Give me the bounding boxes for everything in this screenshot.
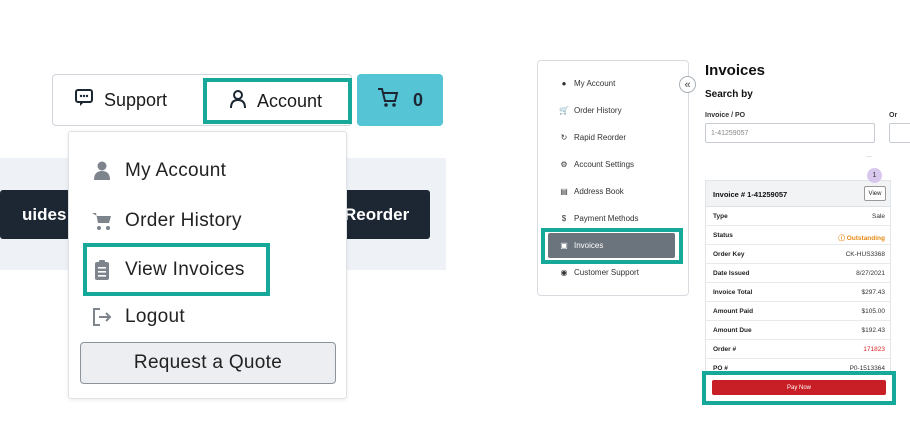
globe-icon: ◉ bbox=[560, 268, 568, 277]
sidebar-item-payment-methods[interactable]: $ Payment Methods bbox=[559, 214, 639, 223]
dollar-icon: $ bbox=[561, 214, 567, 223]
sidebar-item-label: Invoices bbox=[574, 241, 604, 250]
invoice-number: Invoice # 1-41259057 bbox=[713, 190, 788, 199]
menu-item-label: My Account bbox=[125, 160, 227, 181]
sidebar-item-invoices[interactable]: ▣ Invoices bbox=[559, 241, 603, 250]
cart-icon bbox=[91, 211, 113, 231]
view-button[interactable]: View bbox=[864, 186, 886, 201]
row-value: CK-HUS3368 bbox=[845, 251, 885, 258]
account-menu-panel: uides Reorder Support Account 0 My Accou… bbox=[0, 0, 460, 421]
status-value: ⓘ Outstanding bbox=[838, 232, 885, 242]
other-search-input[interactable] bbox=[889, 123, 910, 143]
sidebar-item-label: Account Settings bbox=[574, 160, 635, 169]
row-key: Amount Paid bbox=[713, 308, 754, 315]
row-value: $297.43 bbox=[861, 289, 886, 296]
table-row: Invoice Total $297.43 bbox=[706, 283, 890, 302]
sidebar-item-account-settings[interactable]: ⚙ Account Settings bbox=[559, 160, 634, 169]
sidebar-item-address-book[interactable]: ▤ Address Book bbox=[559, 187, 624, 196]
account-label: Account bbox=[257, 90, 323, 111]
menu-item-order-history[interactable]: Order History bbox=[91, 210, 242, 232]
cart-button[interactable]: 0 bbox=[357, 74, 443, 126]
table-row: Amount Paid $105.00 bbox=[706, 302, 890, 321]
row-key: Type bbox=[713, 213, 728, 220]
table-row: Amount Due $192.43 bbox=[706, 321, 890, 340]
table-row: Date Issued 8/27/2021 bbox=[706, 264, 890, 283]
row-key: Date Issued bbox=[713, 270, 750, 277]
guides-label: uides bbox=[22, 204, 67, 224]
row-key: Order # bbox=[713, 346, 737, 353]
request-quote-button[interactable]: Request a Quote bbox=[80, 342, 336, 384]
cart-icon bbox=[377, 87, 399, 114]
table-row: Type Sale bbox=[706, 207, 890, 226]
support-label: Support bbox=[104, 89, 168, 110]
user-icon bbox=[229, 89, 247, 114]
view-invoices-highlight bbox=[83, 243, 270, 296]
sidebar-item-label: Payment Methods bbox=[574, 214, 639, 223]
row-value: 8/27/2021 bbox=[856, 270, 885, 277]
sidebar-item-my-account[interactable]: ● My Account bbox=[559, 79, 616, 88]
sidebar-item-label: Address Book bbox=[574, 187, 624, 196]
logout-icon bbox=[91, 307, 113, 327]
notification-badge: 1 bbox=[867, 168, 882, 183]
invoice-po-label: Invoice / PO bbox=[705, 112, 746, 119]
chevron-left-icon: « bbox=[684, 78, 691, 91]
sidebar-item-label: My Account bbox=[574, 79, 616, 88]
table-row: Status ⓘ Outstanding bbox=[706, 226, 890, 245]
menu-item-label: Order History bbox=[125, 210, 242, 231]
sidebar-item-label: Order History bbox=[574, 106, 622, 115]
order-link[interactable]: 171823 bbox=[863, 346, 885, 353]
ellipsis: ... bbox=[866, 152, 872, 159]
chat-icon bbox=[74, 88, 94, 113]
invoice-icon: ▣ bbox=[560, 241, 568, 250]
table-row: Order # 171823 bbox=[706, 340, 890, 359]
invoice-card: Invoice # 1-41259057 View Type Sale Statu… bbox=[705, 180, 891, 375]
invoice-card-header: Invoice # 1-41259057 View bbox=[706, 181, 890, 207]
pay-now-highlight bbox=[702, 371, 896, 405]
sidebar-item-label: Rapid Reorder bbox=[574, 133, 627, 142]
sidebar-item-order-history[interactable]: 🛒 Order History bbox=[559, 106, 622, 115]
search-by-heading: Search by bbox=[705, 89, 753, 100]
row-value: Sale bbox=[871, 213, 885, 220]
reorder-label: Reorder bbox=[344, 204, 410, 224]
row-key: Invoice Total bbox=[713, 289, 753, 296]
menu-item-logout[interactable]: Logout bbox=[91, 306, 185, 328]
table-row: Order Key CK-HUS3368 bbox=[706, 245, 890, 264]
row-value: $105.00 bbox=[861, 308, 886, 315]
sidebar-item-rapid-reorder[interactable]: ↻ Rapid Reorder bbox=[559, 133, 626, 142]
cart-count: 0 bbox=[412, 89, 423, 110]
row-value: $192.43 bbox=[861, 327, 886, 334]
person-icon bbox=[91, 161, 113, 181]
menu-item-my-account[interactable]: My Account bbox=[91, 160, 226, 182]
person-icon: ● bbox=[561, 79, 567, 88]
sidebar-item-label: Customer Support bbox=[574, 268, 639, 277]
menu-item-label: Logout bbox=[125, 306, 185, 327]
page-title: Invoices bbox=[705, 62, 766, 79]
gear-icon: ⚙ bbox=[560, 160, 568, 169]
account-button[interactable]: Account bbox=[203, 78, 352, 124]
other-field-label: Or bbox=[889, 112, 898, 119]
row-key: Order Key bbox=[713, 251, 745, 258]
sidebar-collapse-button[interactable]: « bbox=[679, 76, 696, 93]
sidebar-item-customer-support[interactable]: ◉ Customer Support bbox=[559, 268, 639, 277]
row-key: Amount Due bbox=[713, 327, 752, 334]
status-text: Outstanding bbox=[846, 235, 885, 242]
cart-icon: 🛒 bbox=[559, 106, 569, 115]
warning-icon: ⓘ bbox=[838, 235, 847, 242]
reorder-icon: ↻ bbox=[560, 133, 568, 142]
guides-button[interactable]: uides bbox=[0, 190, 70, 239]
support-button[interactable]: Support bbox=[52, 74, 202, 126]
book-icon: ▤ bbox=[560, 187, 568, 196]
row-key: Status bbox=[713, 232, 733, 239]
invoice-search-input[interactable]: 1-41259057 bbox=[705, 123, 875, 143]
